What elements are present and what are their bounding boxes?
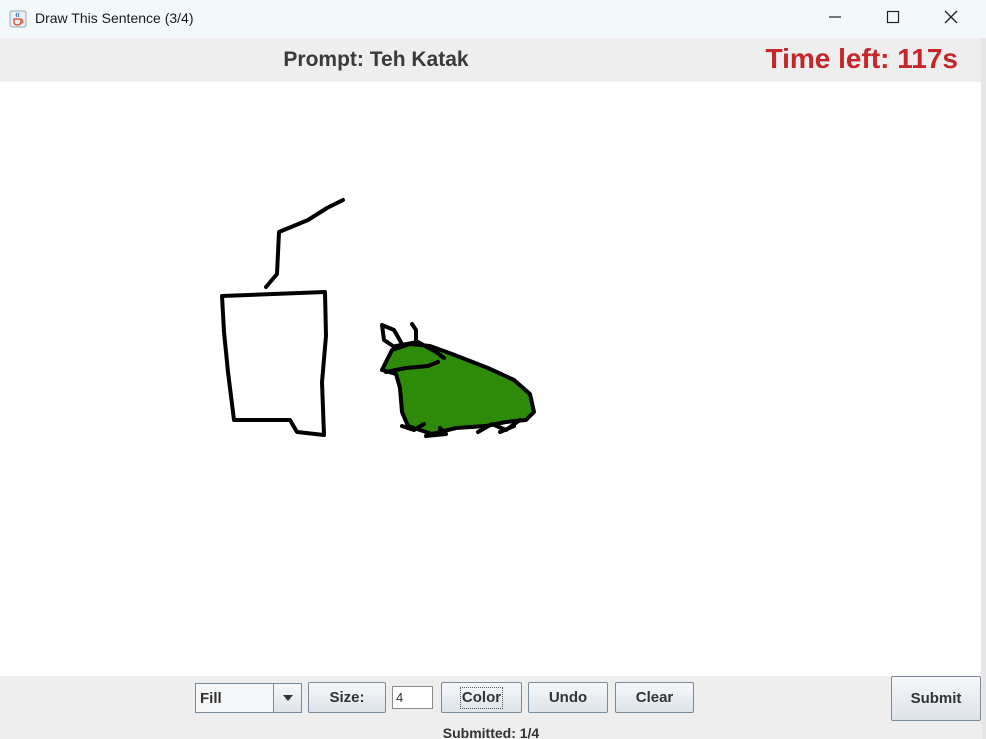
- close-icon: [944, 10, 958, 29]
- clear-button-label: Clear: [635, 689, 674, 706]
- submit-button-label: Submit: [910, 690, 962, 707]
- submit-button[interactable]: Submit: [891, 676, 981, 721]
- minimize-icon: [828, 10, 842, 29]
- window-title: Draw This Sentence (3/4): [35, 10, 194, 26]
- bottom-toolbar: Fill Size: Color Undo Clear Submit Submi…: [0, 676, 982, 739]
- color-button[interactable]: Color: [441, 682, 522, 713]
- cup-drawing: [220, 198, 345, 437]
- cup-outline: [220, 290, 328, 437]
- size-button-label: Size:: [329, 689, 365, 706]
- submission-status: Submitted: 1/4: [442, 725, 540, 739]
- minimize-button[interactable]: [806, 0, 864, 38]
- canvas-surface[interactable]: [0, 82, 981, 676]
- app-window: Draw This Sentence (3/4) Prompt: Teh Kat…: [0, 0, 986, 739]
- undo-button[interactable]: Undo: [528, 682, 608, 713]
- undo-button-label: Undo: [548, 689, 588, 706]
- timer-label: Time left: 117s: [765, 43, 958, 74]
- prompt-label: Prompt: Teh Katak: [283, 48, 469, 71]
- window-edge: [981, 38, 986, 739]
- straw-line: [264, 198, 345, 289]
- java-cup-icon: [9, 10, 27, 28]
- clear-button[interactable]: Clear: [615, 682, 694, 713]
- title-bar: Draw This Sentence (3/4): [0, 0, 986, 38]
- size-button[interactable]: Size:: [308, 682, 386, 713]
- header-bar: Prompt: Teh Katak Time left: 117s: [0, 38, 982, 82]
- mode-select-value: Fill: [200, 690, 222, 707]
- dropdown-arrow-icon[interactable]: [273, 684, 301, 712]
- frog-drawing: [380, 322, 536, 438]
- close-button[interactable]: [922, 0, 980, 38]
- maximize-button[interactable]: [864, 0, 922, 38]
- frog-body: [380, 342, 536, 436]
- drawing-canvas[interactable]: [0, 82, 981, 676]
- mode-select[interactable]: Fill: [195, 683, 302, 713]
- maximize-icon: [886, 10, 900, 29]
- color-button-label: Color: [459, 686, 504, 709]
- size-input[interactable]: [392, 686, 433, 709]
